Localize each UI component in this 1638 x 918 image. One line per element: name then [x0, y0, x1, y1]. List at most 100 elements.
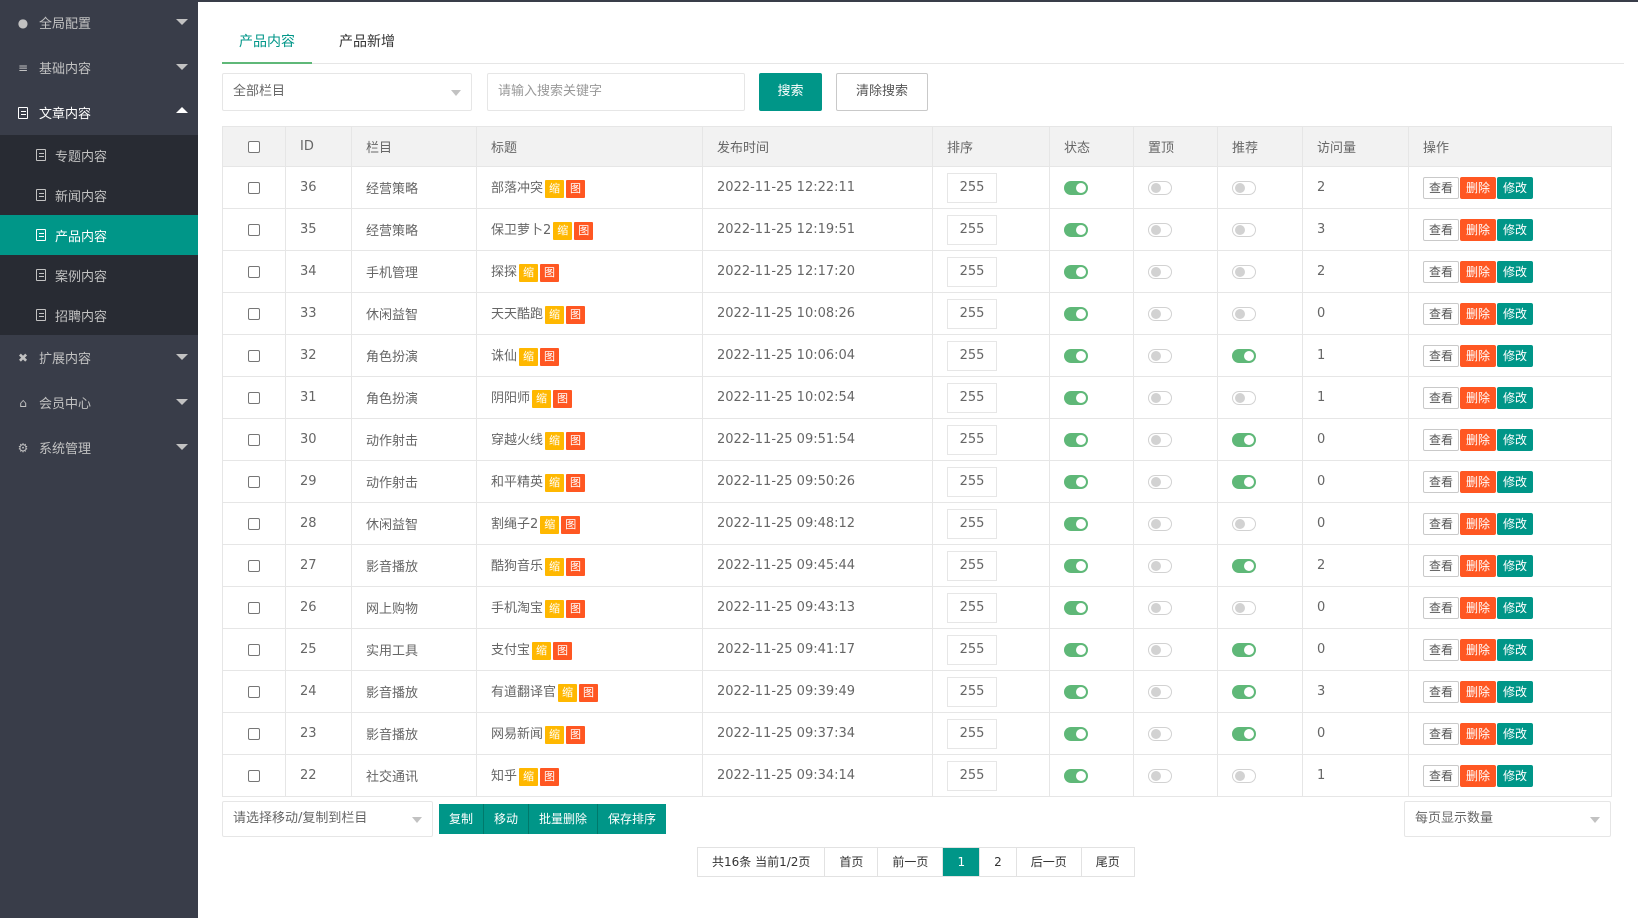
sort-input[interactable]: 255 — [947, 424, 997, 455]
save-sort-button[interactable]: 保存排序 — [598, 804, 667, 834]
recommend-toggle[interactable] — [1232, 390, 1256, 405]
view-button[interactable]: 查看 — [1423, 638, 1460, 661]
edit-button[interactable]: 修改 — [1497, 344, 1534, 367]
delete-button[interactable]: 删除 — [1460, 302, 1497, 325]
delete-button[interactable]: 删除 — [1460, 638, 1497, 661]
sort-input[interactable]: 255 — [947, 172, 997, 203]
view-button[interactable]: 查看 — [1423, 386, 1460, 409]
status-toggle[interactable] — [1064, 768, 1088, 783]
row-checkbox[interactable] — [248, 601, 260, 614]
top-toggle[interactable] — [1148, 348, 1172, 363]
edit-button[interactable]: 修改 — [1497, 470, 1534, 493]
first-page-link[interactable]: 首页 — [825, 848, 879, 876]
row-checkbox[interactable] — [248, 307, 260, 320]
sort-input[interactable]: 255 — [947, 760, 997, 791]
delete-button[interactable]: 删除 — [1460, 722, 1497, 745]
row-checkbox[interactable] — [248, 433, 260, 446]
search-button[interactable]: 搜索 — [759, 73, 822, 111]
select-all-checkbox[interactable] — [248, 140, 260, 153]
edit-button[interactable]: 修改 — [1497, 428, 1534, 451]
sort-input[interactable]: 255 — [947, 634, 997, 665]
edit-button[interactable]: 修改 — [1497, 764, 1534, 787]
sidebar-item-basic-content[interactable]: ≡ 基础内容 — [0, 45, 198, 90]
delete-button[interactable]: 删除 — [1460, 680, 1497, 703]
top-toggle[interactable] — [1148, 222, 1172, 237]
tab-product-add[interactable]: 产品新增 — [312, 26, 422, 64]
sort-input[interactable]: 255 — [947, 466, 997, 497]
view-button[interactable]: 查看 — [1423, 176, 1460, 199]
recommend-toggle[interactable] — [1232, 432, 1256, 447]
edit-button[interactable]: 修改 — [1497, 554, 1534, 577]
status-toggle[interactable] — [1064, 264, 1088, 279]
view-button[interactable]: 查看 — [1423, 344, 1460, 367]
recommend-toggle[interactable] — [1232, 600, 1256, 615]
status-toggle[interactable] — [1064, 306, 1088, 321]
row-checkbox[interactable] — [248, 475, 260, 488]
view-button[interactable]: 查看 — [1423, 680, 1460, 703]
row-checkbox[interactable] — [248, 181, 260, 194]
edit-button[interactable]: 修改 — [1497, 596, 1534, 619]
sidebar-item-global-config[interactable]: ● 全局配置 — [0, 0, 198, 45]
recommend-toggle[interactable] — [1232, 558, 1256, 573]
edit-button[interactable]: 修改 — [1497, 218, 1534, 241]
status-toggle[interactable] — [1064, 600, 1088, 615]
category-select[interactable]: 全部栏目 — [222, 73, 472, 111]
copy-button[interactable]: 复制 — [439, 804, 485, 834]
top-toggle[interactable] — [1148, 180, 1172, 195]
recommend-toggle[interactable] — [1232, 726, 1256, 741]
row-checkbox[interactable] — [248, 517, 260, 530]
sidebar-subitem-product[interactable]: 产品内容 — [0, 215, 198, 255]
recommend-toggle[interactable] — [1232, 474, 1256, 489]
sidebar-item-extension-content[interactable]: ✖ 扩展内容 — [0, 335, 198, 380]
page-size-select[interactable]: 每页显示数量 — [1404, 801, 1611, 837]
tab-product-content[interactable]: 产品内容 — [222, 26, 312, 64]
top-toggle[interactable] — [1148, 390, 1172, 405]
sidebar-subitem-case[interactable]: 案例内容 — [0, 255, 198, 295]
top-toggle[interactable] — [1148, 642, 1172, 657]
sidebar-item-article-content[interactable]: 文章内容 — [0, 90, 198, 135]
search-input[interactable]: 请输入搜索关键字 — [487, 73, 745, 111]
move-button[interactable]: 移动 — [484, 804, 530, 834]
view-button[interactable]: 查看 — [1423, 554, 1460, 577]
view-button[interactable]: 查看 — [1423, 218, 1460, 241]
sort-input[interactable]: 255 — [947, 340, 997, 371]
status-toggle[interactable] — [1064, 222, 1088, 237]
edit-button[interactable]: 修改 — [1497, 680, 1534, 703]
status-toggle[interactable] — [1064, 558, 1088, 573]
top-toggle[interactable] — [1148, 516, 1172, 531]
row-checkbox[interactable] — [248, 685, 260, 698]
sort-input[interactable]: 255 — [947, 298, 997, 329]
page-link-2[interactable]: 2 — [980, 848, 1017, 876]
sort-input[interactable]: 255 — [947, 592, 997, 623]
view-button[interactable]: 查看 — [1423, 470, 1460, 493]
recommend-toggle[interactable] — [1232, 222, 1256, 237]
top-toggle[interactable] — [1148, 306, 1172, 321]
edit-button[interactable]: 修改 — [1497, 302, 1534, 325]
clear-search-button[interactable]: 清除搜索 — [836, 73, 928, 111]
delete-button[interactable]: 删除 — [1460, 386, 1497, 409]
row-checkbox[interactable] — [248, 391, 260, 404]
status-toggle[interactable] — [1064, 348, 1088, 363]
delete-button[interactable]: 删除 — [1460, 764, 1497, 787]
row-checkbox[interactable] — [248, 643, 260, 656]
edit-button[interactable]: 修改 — [1497, 638, 1534, 661]
edit-button[interactable]: 修改 — [1497, 386, 1534, 409]
edit-button[interactable]: 修改 — [1497, 260, 1534, 283]
delete-button[interactable]: 删除 — [1460, 512, 1497, 535]
status-toggle[interactable] — [1064, 726, 1088, 741]
page-link-1[interactable]: 1 — [943, 848, 981, 876]
status-toggle[interactable] — [1064, 684, 1088, 699]
view-button[interactable]: 查看 — [1423, 302, 1460, 325]
recommend-toggle[interactable] — [1232, 306, 1256, 321]
status-toggle[interactable] — [1064, 432, 1088, 447]
sidebar-subitem-news[interactable]: 新闻内容 — [0, 175, 198, 215]
delete-button[interactable]: 删除 — [1460, 470, 1497, 493]
status-toggle[interactable] — [1064, 642, 1088, 657]
recommend-toggle[interactable] — [1232, 348, 1256, 363]
row-checkbox[interactable] — [248, 769, 260, 782]
view-button[interactable]: 查看 — [1423, 428, 1460, 451]
row-checkbox[interactable] — [248, 727, 260, 740]
status-toggle[interactable] — [1064, 390, 1088, 405]
top-toggle[interactable] — [1148, 768, 1172, 783]
sidebar-item-member-center[interactable]: ⌂ 会员中心 — [0, 380, 198, 425]
